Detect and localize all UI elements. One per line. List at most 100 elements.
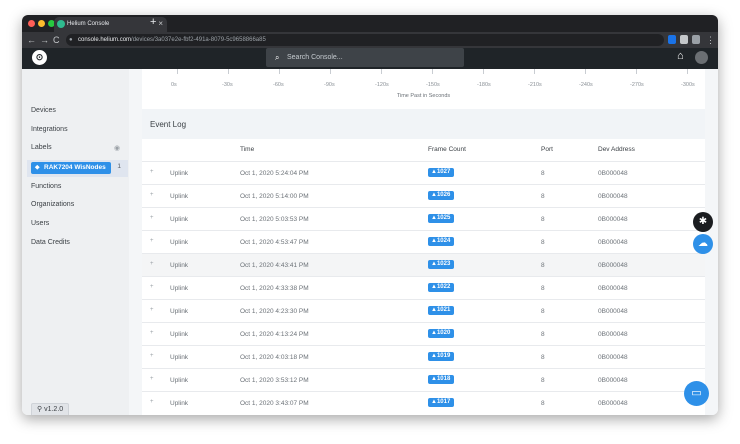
new-tab-button[interactable]: +: [150, 16, 156, 28]
event-port: 8: [541, 354, 545, 361]
x-tick-label: -90s: [324, 82, 335, 88]
x-tick-label: -60s: [273, 82, 284, 88]
event-port: 8: [541, 216, 545, 223]
table-row[interactable]: + Uplink Oct 1, 2020 4:23:30 PM ▲1021 8 0B000…: [142, 299, 705, 322]
sidebar-item-labels[interactable]: Labels: [31, 144, 52, 151]
table-row[interactable]: + Uplink Oct 1, 2020 5:24:04 PM ▲1027 8 0B000…: [142, 161, 705, 184]
debug-icon[interactable]: ✱: [693, 212, 713, 232]
frame-count-badge: ▲1023: [428, 260, 455, 269]
profile-icon[interactable]: [692, 35, 700, 44]
event-time: Oct 1, 2020 4:13:24 PM: [240, 331, 309, 338]
sidebar-item-devices[interactable]: Devices: [31, 107, 56, 114]
event-time: Oct 1, 2020 4:43:41 PM: [240, 262, 309, 269]
event-dev-address: 0B000048: [598, 239, 628, 246]
frame-count-value: 1026: [436, 192, 451, 198]
wrench-icon: ⚲: [37, 406, 43, 413]
x-tick-label: -210s: [528, 82, 542, 88]
event-log-header: Event Log: [142, 109, 705, 139]
frame-count-badge: ▲1022: [428, 283, 455, 292]
label-visibility-icon[interactable]: ◉: [114, 144, 120, 152]
x-tick-mark: [228, 69, 229, 74]
sidebar-item-data-credits[interactable]: Data Credits: [31, 239, 70, 246]
sidebar-label-active[interactable]: ⬥ RAK7204 WisNodes 1: [27, 160, 128, 177]
x-tick-label: -120s: [375, 82, 389, 88]
frame-count-value: 1019: [436, 353, 451, 359]
expand-row-icon[interactable]: +: [150, 261, 154, 267]
table-row[interactable]: + Uplink Oct 1, 2020 3:53:12 PM ▲1018 8 0B000…: [142, 368, 705, 391]
home-icon[interactable]: ⌂: [677, 50, 684, 62]
tag-icon: ⬥: [35, 164, 40, 171]
expand-row-icon[interactable]: +: [150, 215, 154, 221]
expand-row-icon[interactable]: +: [150, 330, 154, 336]
expand-row-icon[interactable]: +: [150, 284, 154, 290]
table-row[interactable]: + Uplink Oct 1, 2020 4:03:18 PM ▲1019 8 0B000…: [142, 345, 705, 368]
event-type: Uplink: [170, 331, 189, 338]
expand-row-icon[interactable]: +: [150, 307, 154, 313]
label-tag: ⬥ RAK7204 WisNodes: [31, 162, 111, 174]
address-bar[interactable]: ● console.helium.com/devices/3a037e2e-fb…: [66, 34, 664, 46]
event-type: Uplink: [170, 193, 189, 200]
expand-row-icon[interactable]: +: [150, 192, 154, 198]
close-window-icon[interactable]: [28, 20, 35, 27]
sidebar-item-integrations[interactable]: Integrations: [31, 126, 68, 133]
column-header-time: Time: [240, 146, 255, 153]
event-type: Uplink: [170, 285, 189, 292]
event-time: Oct 1, 2020 3:53:12 PM: [240, 377, 309, 384]
expand-row-icon[interactable]: +: [150, 399, 154, 405]
table-row[interactable]: + Uplink Oct 1, 2020 5:14:00 PM ▲1026 8 0B000…: [142, 184, 705, 207]
event-time: Oct 1, 2020 4:53:47 PM: [240, 239, 309, 246]
sidebar-item-functions[interactable]: Functions: [31, 183, 61, 190]
menu-dots-icon[interactable]: ⋮: [706, 34, 715, 46]
version-label: v1.2.0: [44, 406, 64, 413]
expand-row-icon[interactable]: +: [150, 353, 154, 359]
table-row[interactable]: + Uplink Oct 1, 2020 5:03:53 PM ▲1025 8 0B000…: [142, 207, 705, 230]
event-type: Uplink: [170, 354, 189, 361]
cloud-download-icon[interactable]: ☁: [693, 234, 713, 254]
frame-count-value: 1021: [436, 307, 451, 313]
version-badge[interactable]: ⚲ v1.2.0: [31, 403, 69, 415]
x-tick-label: -30s: [222, 82, 233, 88]
frame-count-value: 1025: [436, 215, 451, 221]
expand-row-icon[interactable]: +: [150, 238, 154, 244]
minimize-window-icon[interactable]: [38, 20, 45, 27]
helium-logo-icon[interactable]: ⊙: [32, 50, 47, 65]
frame-count-value: 1017: [436, 399, 451, 405]
puzzle-icon[interactable]: [680, 35, 688, 44]
table-row[interactable]: + Uplink Oct 1, 2020 4:53:47 PM ▲1024 8 0B000…: [142, 230, 705, 253]
expand-row-icon[interactable]: +: [150, 376, 154, 382]
x-tick-mark: [381, 69, 382, 74]
event-port: 8: [541, 262, 545, 269]
frame-count-value: 1027: [436, 169, 451, 175]
avatar[interactable]: [695, 51, 708, 64]
table-row[interactable]: + Uplink Oct 1, 2020 4:13:24 PM ▲1020 8 0B000…: [142, 322, 705, 345]
event-type: Uplink: [170, 377, 189, 384]
tab-close-icon[interactable]: ×: [158, 19, 163, 28]
x-tick-label: -180s: [477, 82, 491, 88]
table-row[interactable]: + Uplink Oct 1, 2020 4:33:38 PM ▲1022 8 0B000…: [142, 276, 705, 299]
x-tick-mark: [483, 69, 484, 74]
event-time: Oct 1, 2020 4:23:30 PM: [240, 308, 309, 315]
back-icon[interactable]: ←: [27, 34, 36, 46]
browser-toolbar: ← → C ● console.helium.com/devices/3a037…: [22, 32, 718, 48]
sidebar-item-users[interactable]: Users: [31, 220, 49, 227]
reload-icon[interactable]: C: [53, 34, 60, 46]
event-dev-address: 0B000048: [598, 331, 628, 338]
event-port: 8: [541, 377, 545, 384]
event-dev-address: 0B000048: [598, 354, 628, 361]
x-tick-mark: [585, 69, 586, 74]
table-row[interactable]: + Uplink Oct 1, 2020 4:43:41 PM ▲1023 8 0B000…: [142, 253, 705, 276]
expand-row-icon[interactable]: +: [150, 169, 154, 175]
event-time: Oct 1, 2020 5:03:53 PM: [240, 216, 309, 223]
sidebar-item-organizations[interactable]: Organizations: [31, 201, 74, 208]
event-time: Oct 1, 2020 4:03:18 PM: [240, 354, 309, 361]
table-row[interactable]: + Uplink Oct 1, 2020 3:43:07 PM ▲1017 8 0B000…: [142, 391, 705, 414]
search-input[interactable]: ⌕ Search Console...: [266, 48, 464, 67]
event-port: 8: [541, 239, 545, 246]
x-tick-label: 0s: [171, 82, 177, 88]
forward-icon[interactable]: →: [40, 34, 49, 46]
chat-icon[interactable]: ▭: [684, 381, 709, 406]
extension-icon[interactable]: [668, 35, 676, 44]
frame-count-value: 1018: [436, 376, 451, 382]
event-port: 8: [541, 331, 545, 338]
frame-count-value: 1022: [436, 284, 451, 290]
